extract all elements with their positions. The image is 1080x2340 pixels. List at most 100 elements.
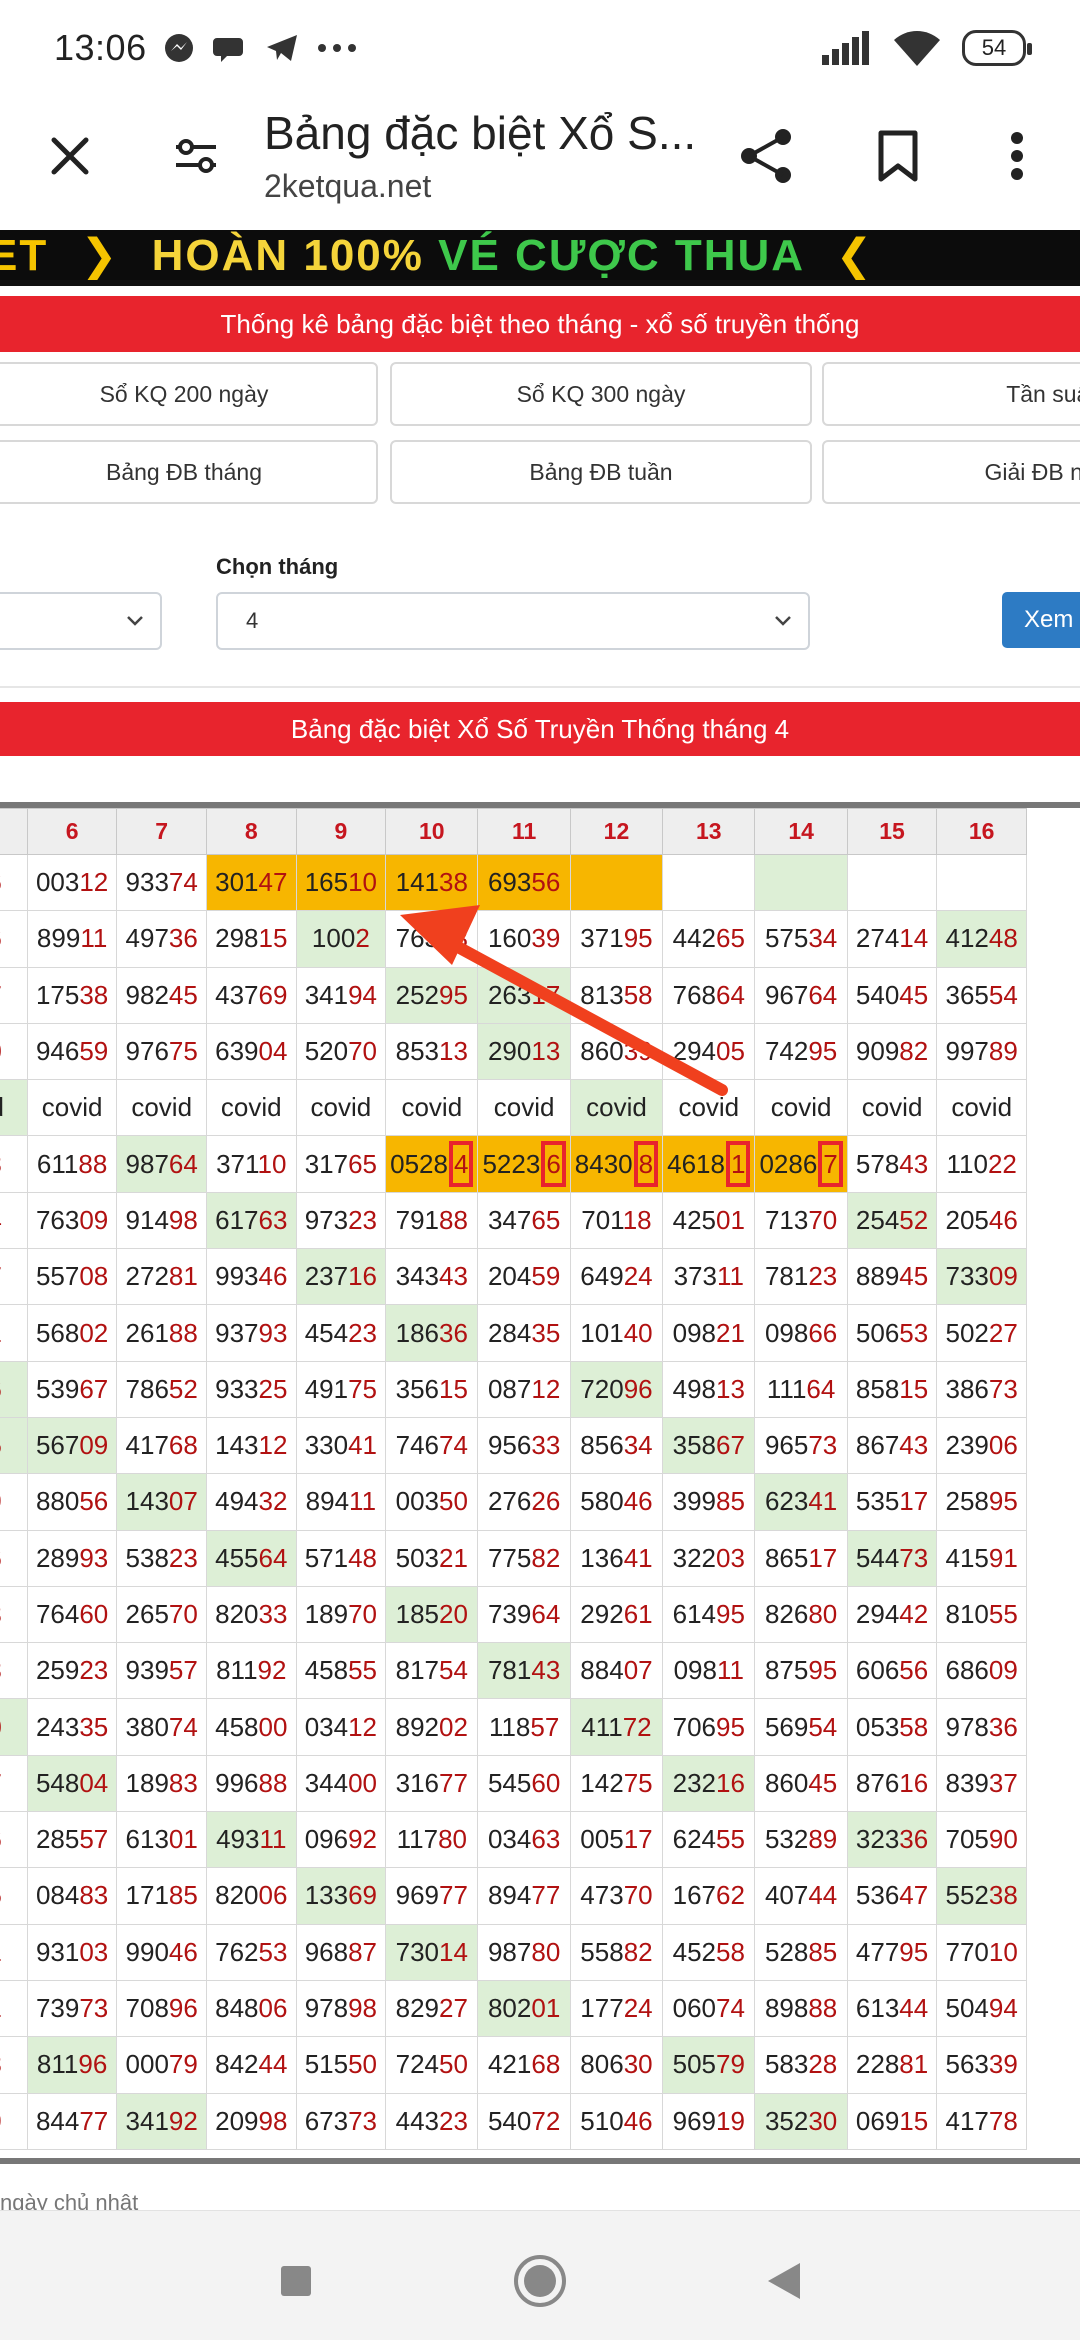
table-cell: 34400: [295, 1754, 387, 1813]
table-cell: 98764: [116, 1135, 207, 1193]
table-row: 4156802261889379345423186362843510140098…: [0, 1304, 1027, 1362]
table-cell: 97898: [295, 1979, 387, 2038]
table-cell: 74674: [385, 1416, 479, 1475]
table-cell: 41778: [936, 2092, 1027, 2150]
table-row: 5861188987643711031765052845223684308461…: [0, 1135, 1027, 1193]
table-cell: 34194: [295, 966, 387, 1024]
table-cell: 42168: [477, 2036, 571, 2094]
month-select-value: 4: [246, 608, 259, 633]
table-cell: 17185: [116, 1867, 207, 1925]
table-cell: 78123: [754, 1248, 848, 1306]
view-button[interactable]: Xem: [1002, 592, 1080, 648]
table-cell: 39985: [662, 1473, 756, 1531]
results-table-container[interactable]: 5678910111213141516 66003129337430147165…: [0, 802, 1080, 2164]
table-cell: 03463: [477, 1811, 571, 1869]
year-select[interactable]: [0, 592, 162, 650]
table-cell: 41: [0, 1304, 28, 1362]
table-cell: 58: [0, 1135, 28, 1193]
more-dots-icon: [317, 44, 356, 52]
table-cell: 00350: [385, 1473, 479, 1531]
site-settings-button[interactable]: [166, 126, 226, 186]
results-table: 5678910111213141516 66003129337430147165…: [0, 808, 1027, 2150]
table-cell: 47795: [846, 1923, 938, 1981]
table-cell: 85: [0, 1867, 28, 1925]
link-bang-db-thang[interactable]: Bảng ĐB tháng: [0, 440, 378, 504]
table-cell: 31677: [385, 1754, 479, 1813]
table-cell: covid: [936, 1079, 1027, 1137]
table-cell: [754, 853, 848, 912]
home-button[interactable]: [510, 2251, 570, 2311]
table-cell: 29405: [662, 1022, 756, 1081]
table-cell: 00312: [26, 853, 118, 912]
table-row: 9717538982454376934194252952631781358768…: [0, 966, 1027, 1024]
promo-banner[interactable]: ET ❯ HOÀN 100% VÉ CƯỢC THUA ❮: [0, 230, 1080, 286]
table-cell: 76460: [26, 1585, 118, 1644]
table-cell: 28435: [477, 1304, 571, 1362]
table-cell: 52885: [754, 1923, 848, 1981]
table-cell: 35867: [662, 1416, 756, 1475]
table-cell: 20998: [205, 2092, 297, 2150]
table-row: 8653967786529332549175356150871272096498…: [0, 1360, 1027, 1418]
table-cell: 25895: [936, 1473, 1027, 1531]
table-cell: 26: [0, 910, 28, 968]
table-cell: [569, 853, 664, 912]
table-cell: 41591: [936, 1529, 1027, 1587]
table-cell: 18636: [385, 1304, 479, 1362]
table-row: 0755708272819934623716343432045964924373…: [0, 1248, 1027, 1306]
close-button[interactable]: [40, 126, 100, 186]
table-cell: 79188: [385, 1191, 479, 1250]
table-cell: 72096: [569, 1360, 664, 1418]
table-cell: 86: [0, 1360, 28, 1418]
table-cell: 32203: [662, 1529, 756, 1587]
table-cell: 26188: [116, 1304, 207, 1362]
table-cell: 38: [0, 1642, 28, 1700]
table-cell: 93374: [116, 853, 207, 912]
table-cell: 91498: [116, 1191, 207, 1250]
table-cell: 23906: [936, 1416, 1027, 1475]
table-cell: 23216: [662, 1754, 756, 1813]
table-cell: 96887: [295, 1923, 387, 1981]
divider: [0, 686, 1080, 688]
table-cell: 82927: [385, 1979, 479, 2038]
battery-level: 54: [981, 35, 1007, 60]
link-bang-db-tuan[interactable]: Bảng ĐB tuần: [390, 440, 812, 504]
page-title-block[interactable]: Bảng đặc biệt Xổ S... 2ketqua.net: [264, 106, 724, 205]
table-cell: 27281: [116, 1248, 207, 1306]
table-cell: 41768: [116, 1416, 207, 1475]
table-cell: 76864: [662, 966, 756, 1024]
table-cell: 50227: [936, 1304, 1027, 1362]
table-cell: 44265: [662, 910, 756, 968]
bookmark-button[interactable]: [868, 126, 928, 186]
link-giai-db-ngay[interactable]: Giải ĐB ngày: [822, 440, 1080, 504]
table-row: 7024335380744580003412892021185741172706…: [0, 1698, 1027, 1756]
table-cell: 27626: [477, 1473, 571, 1531]
table-cell: 99046: [116, 1923, 207, 1981]
table-cell: 24335: [26, 1698, 118, 1756]
table-cell: 99688: [205, 1754, 297, 1813]
month-select[interactable]: 4: [216, 592, 810, 650]
table-cell: 55882: [569, 1923, 664, 1981]
table-cell: 00: [0, 1022, 28, 1081]
table-cell: 18983: [116, 1754, 207, 1813]
banner-refund-text: HOÀN 100%: [151, 230, 424, 280]
recents-button[interactable]: [266, 2251, 326, 2311]
table-cell: 56954: [754, 1698, 848, 1756]
table-cell: 03412: [295, 1698, 387, 1756]
more-options-button[interactable]: [990, 126, 1044, 186]
table-cell: 68609: [936, 1642, 1027, 1700]
table-cell: 54473: [846, 1529, 938, 1587]
table-cell: 99346: [205, 1248, 297, 1306]
table-cell: 08483: [26, 1867, 118, 1925]
link-tan-suat[interactable]: Tần suất lo: [822, 362, 1080, 426]
link-so-kq-300[interactable]: Sổ KQ 300 ngày: [390, 362, 812, 426]
table-cell: 70: [0, 1698, 28, 1756]
link-so-kq-200[interactable]: Sổ KQ 200 ngày: [0, 362, 378, 426]
back-button[interactable]: [754, 2251, 814, 2311]
table-cell: 37110: [205, 1135, 297, 1193]
table-cell: 89911: [26, 910, 118, 968]
table-cell: 71370: [754, 1191, 848, 1250]
table-cell: 61344: [846, 1979, 938, 2038]
table-cell: 56339: [936, 2036, 1027, 2094]
share-button[interactable]: [736, 126, 796, 186]
table-row: 7173973708968480697898829278020117724060…: [0, 1979, 1027, 2038]
